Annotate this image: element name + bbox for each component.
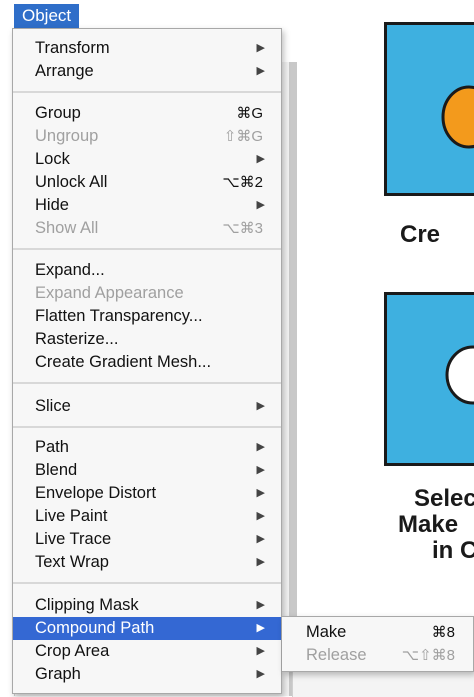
menu-item-compound-path[interactable]: Compound Path ▶: [13, 617, 281, 640]
menu-item-shortcut: ⌥⌘3: [222, 220, 263, 237]
submenu-arrow-icon: ▶: [256, 441, 265, 453]
caption-top: Cre: [400, 221, 441, 248]
menu-item-expand[interactable]: Expand...: [13, 259, 281, 282]
menu-item-label: Slice: [35, 397, 71, 415]
menu-item-create-gradient-mesh[interactable]: Create Gradient Mesh...: [13, 351, 281, 374]
menu-item-label: Lock: [35, 150, 70, 168]
caption-bottom-line2: Make: [398, 511, 459, 538]
submenu-arrow-icon: ▶: [256, 668, 265, 680]
caption-bottom-line3: in C: [432, 537, 474, 564]
menu-item-label: Hide: [35, 196, 69, 214]
submenu-arrow-icon: ▶: [256, 400, 265, 412]
menu-item-label: Arrange: [35, 62, 94, 80]
submenu-arrow-icon: ▶: [256, 645, 265, 657]
menu-item-graph[interactable]: Graph ▶: [13, 663, 281, 686]
menu-item-show-all: Show All ⌥⌘3: [13, 217, 281, 240]
menu-separator: [13, 582, 281, 584]
menu-item-label: Clipping Mask: [35, 596, 139, 614]
menu-item-shortcut: ⌘G: [236, 105, 263, 122]
submenu-arrow-icon: ▶: [256, 464, 265, 476]
submenu-item-label: Release: [306, 646, 367, 664]
menubar-object[interactable]: Object: [14, 4, 80, 28]
background-scrollbar[interactable]: [289, 62, 297, 696]
submenu-arrow-icon: ▶: [256, 622, 265, 634]
submenu-arrow-icon: ▶: [256, 65, 265, 77]
menu-item-label: Ungroup: [35, 127, 99, 145]
menu-separator: [13, 426, 281, 428]
submenu-arrow-icon: ▶: [256, 556, 265, 568]
compound-path-submenu: Make ⌘8 Release ⌥⇧⌘8: [282, 616, 474, 672]
submenu-item-shortcut: ⌥⇧⌘8: [401, 647, 455, 664]
menu-item-rasterize[interactable]: Rasterize...: [13, 328, 281, 351]
menu-separator: [13, 248, 281, 250]
menu-item-label: Crop Area: [35, 642, 110, 660]
submenu-arrow-icon: ▶: [256, 199, 265, 211]
menu-item-live-trace[interactable]: Live Trace ▶: [13, 528, 281, 551]
menu-item-unlock-all[interactable]: Unlock All ⌥⌘2: [13, 171, 281, 194]
menu-item-arrange[interactable]: Arrange ▶: [13, 60, 281, 83]
submenu-item-release: Release ⌥⇧⌘8: [282, 644, 473, 667]
menu-item-label: Expand Appearance: [35, 284, 184, 302]
menu-item-label: Transform: [35, 39, 110, 57]
submenu-arrow-icon: ▶: [256, 42, 265, 54]
illustration-bottom: [384, 292, 474, 466]
menu-item-transform[interactable]: Transform ▶: [13, 37, 281, 60]
object-menu: Transform ▶ Arrange ▶ Group ⌘G Ungroup ⇧…: [12, 28, 282, 694]
menu-item-label: Compound Path: [35, 619, 155, 637]
submenu-arrow-icon: ▶: [256, 153, 265, 165]
menu-item-group[interactable]: Group ⌘G: [13, 102, 281, 125]
menu-item-crop-area[interactable]: Crop Area ▶: [13, 640, 281, 663]
submenu-arrow-icon: ▶: [256, 487, 265, 499]
white-shape-icon: [445, 345, 474, 405]
orange-shape-icon: [441, 85, 474, 149]
menu-item-live-paint[interactable]: Live Paint ▶: [13, 505, 281, 528]
menu-item-label: Path: [35, 438, 69, 456]
menu-item-text-wrap[interactable]: Text Wrap ▶: [13, 551, 281, 574]
menu-item-clipping-mask[interactable]: Clipping Mask ▶: [13, 594, 281, 617]
menu-item-label: Live Trace: [35, 530, 112, 548]
menu-item-shortcut: ⇧⌘G: [223, 128, 263, 145]
menu-item-label: Rasterize...: [35, 330, 119, 348]
menu-item-label: Flatten Transparency...: [35, 307, 203, 325]
menu-item-lock[interactable]: Lock ▶: [13, 148, 281, 171]
menu-item-label: Blend: [35, 461, 78, 479]
menu-item-shortcut: ⌥⌘2: [222, 174, 263, 191]
menu-item-path[interactable]: Path ▶: [13, 436, 281, 459]
menu-item-label: Envelope Distort: [35, 484, 157, 502]
menu-separator: [13, 91, 281, 93]
menu-item-hide[interactable]: Hide ▶: [13, 194, 281, 217]
menu-item-label: Unlock All: [35, 173, 108, 191]
menu-item-envelope-distort[interactable]: Envelope Distort ▶: [13, 482, 281, 505]
menu-item-label: Graph: [35, 665, 81, 683]
menu-item-expand-appearance: Expand Appearance: [13, 282, 281, 305]
menu-item-slice[interactable]: Slice ▶: [13, 395, 281, 418]
submenu-arrow-icon: ▶: [256, 533, 265, 545]
menu-item-ungroup: Ungroup ⇧⌘G: [13, 125, 281, 148]
submenu-item-make[interactable]: Make ⌘8: [282, 621, 473, 644]
menu-item-blend[interactable]: Blend ▶: [13, 459, 281, 482]
menu-item-label: Text Wrap: [35, 553, 109, 571]
caption-bottom-line1: Selec: [414, 485, 474, 512]
menu-item-label: Live Paint: [35, 507, 108, 525]
submenu-item-label: Make: [306, 623, 347, 641]
menu-separator: [13, 382, 281, 384]
menu-item-label: Create Gradient Mesh...: [35, 353, 212, 371]
menu-item-label: Expand...: [35, 261, 105, 279]
submenu-arrow-icon: ▶: [256, 599, 265, 611]
submenu-item-shortcut: ⌘8: [431, 624, 455, 641]
illustration-top: [384, 22, 474, 196]
submenu-arrow-icon: ▶: [256, 510, 265, 522]
menu-item-label: Group: [35, 104, 81, 122]
menu-item-label: Show All: [35, 219, 99, 237]
menu-item-flatten-transparency[interactable]: Flatten Transparency...: [13, 305, 281, 328]
